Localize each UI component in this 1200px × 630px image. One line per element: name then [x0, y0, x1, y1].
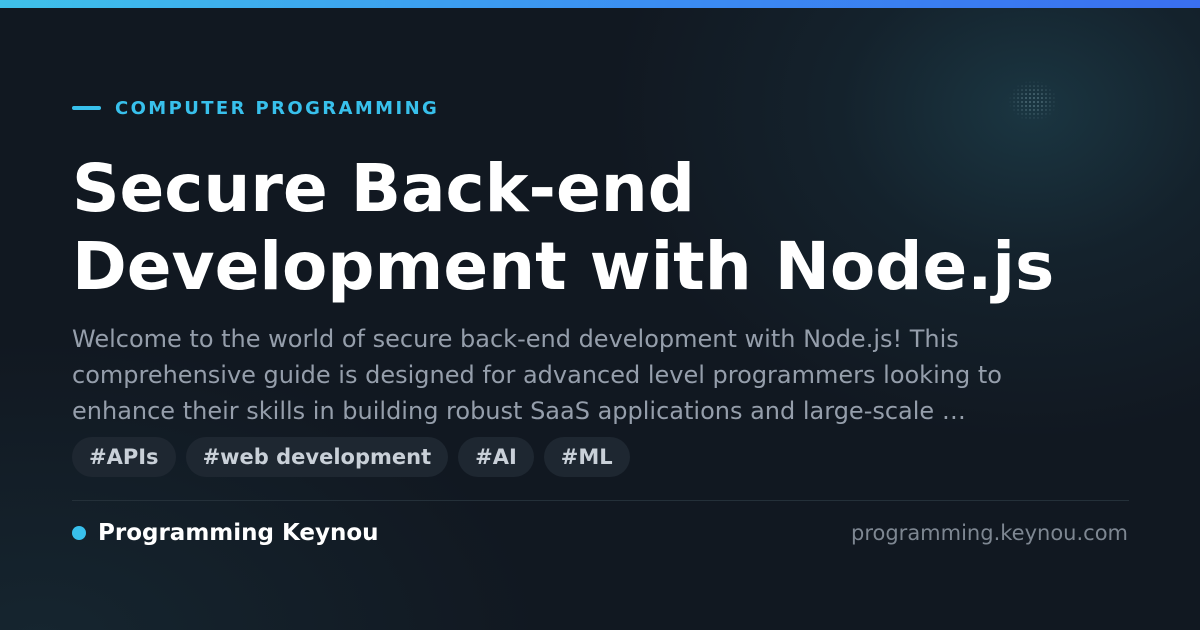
tag-web-development: #web development: [185, 437, 449, 477]
brand: Programming Keynou: [72, 518, 379, 548]
title-line-2: Development with Node.js: [72, 228, 1055, 305]
description-line-1: Welcome to the world of secure back-end …: [72, 325, 959, 353]
tag-apis: #APIs: [72, 437, 176, 477]
footer-divider: [72, 500, 1129, 501]
category-label: COMPUTER PROGRAMMING: [72, 96, 439, 120]
brand-name: Programming Keynou: [98, 520, 379, 546]
tag-list: #APIs #web development #AI #ML: [72, 437, 630, 477]
description-line-2: comprehensive guide is designed for adva…: [72, 361, 1002, 389]
description-line-3: enhance their skills in building robust …: [72, 397, 966, 425]
article-description: Welcome to the world of secure back-end …: [72, 321, 1132, 429]
category-accent-line: [72, 106, 101, 110]
site-url: programming.keynou.com: [851, 521, 1128, 545]
top-accent-bar: [0, 0, 1200, 8]
category-text: COMPUTER PROGRAMMING: [115, 97, 440, 119]
tag-ai: #AI: [458, 437, 534, 477]
brand-dot-icon: [72, 526, 86, 540]
tag-ml: #ML: [543, 437, 630, 477]
dot-pattern-decoration: [1008, 80, 1058, 122]
title-line-1: Secure Back-end: [72, 150, 695, 227]
page-title: Secure Back-end Development with Node.js: [72, 150, 1152, 306]
